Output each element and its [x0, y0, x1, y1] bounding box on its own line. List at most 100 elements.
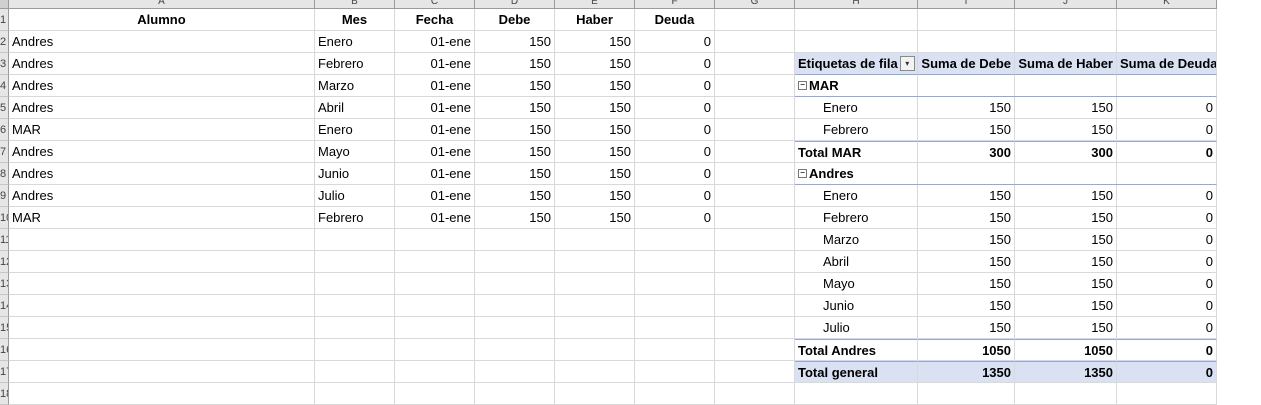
grid-cell[interactable] — [635, 383, 715, 405]
grid-cell[interactable] — [315, 273, 395, 295]
grid-cell[interactable] — [635, 295, 715, 317]
row-header-4[interactable]: 4 — [0, 75, 9, 97]
table-cell[interactable]: MAR — [9, 119, 315, 141]
pivot-value-cell[interactable]: 150 — [1015, 295, 1117, 317]
table-cell[interactable]: 0 — [635, 119, 715, 141]
pivot-item-label[interactable]: Febrero — [795, 119, 918, 141]
pivot-item-label[interactable]: Abril — [795, 251, 918, 273]
grid-cell[interactable] — [715, 317, 795, 339]
table-cell[interactable]: 150 — [555, 53, 635, 75]
grid-cell[interactable] — [555, 251, 635, 273]
pivot-value-cell[interactable]: 150 — [918, 273, 1015, 295]
grid-cell[interactable] — [1117, 9, 1217, 31]
table-cell[interactable]: Febrero — [315, 53, 395, 75]
pivot-value-cell[interactable]: 0 — [1117, 295, 1217, 317]
table-cell[interactable]: 150 — [475, 119, 555, 141]
pivot-value-cell[interactable]: 150 — [918, 317, 1015, 339]
grid-cell[interactable] — [395, 383, 475, 405]
pivot-value-cell[interactable]: 150 — [1015, 97, 1117, 119]
table-cell[interactable]: 150 — [475, 53, 555, 75]
table-cell[interactable]: 0 — [635, 31, 715, 53]
pivot-value-cell[interactable]: 150 — [1015, 229, 1117, 251]
table-header-haber[interactable]: Haber — [555, 9, 635, 31]
table-cell[interactable]: Andres — [9, 185, 315, 207]
grid-cell[interactable] — [795, 31, 918, 53]
column-header-e[interactable]: E — [555, 0, 635, 9]
grid-cell[interactable] — [555, 361, 635, 383]
table-cell[interactable]: 0 — [635, 207, 715, 229]
row-header-13[interactable]: 13 — [0, 273, 9, 295]
grid-cell[interactable] — [395, 361, 475, 383]
pivot-subtotal-value[interactable]: 300 — [918, 141, 1015, 163]
grid-cell[interactable] — [918, 383, 1015, 405]
table-cell[interactable]: 150 — [475, 141, 555, 163]
table-cell[interactable]: 01-ene — [395, 185, 475, 207]
table-cell[interactable]: 0 — [635, 75, 715, 97]
row-header-12[interactable]: 12 — [0, 251, 9, 273]
pivot-value-cell[interactable]: 150 — [1015, 185, 1117, 207]
table-header-debe[interactable]: Debe — [475, 9, 555, 31]
pivot-value-header[interactable]: Suma de Debe — [918, 53, 1015, 75]
pivot-item-label[interactable]: Mayo — [795, 273, 918, 295]
grid-cell[interactable] — [555, 383, 635, 405]
pivot-value-cell[interactable]: 0 — [1117, 119, 1217, 141]
pivot-value-cell[interactable]: 150 — [918, 207, 1015, 229]
grid-cell[interactable] — [395, 339, 475, 361]
table-cell[interactable]: 01-ene — [395, 31, 475, 53]
table-cell[interactable]: MAR — [9, 207, 315, 229]
grid-cell[interactable] — [1015, 383, 1117, 405]
collapse-icon[interactable]: − — [798, 169, 807, 179]
grid-cell[interactable] — [315, 251, 395, 273]
pivot-value-header[interactable]: Suma de Haber — [1015, 53, 1117, 75]
grid-cell[interactable] — [475, 273, 555, 295]
row-header-3[interactable]: 3 — [0, 53, 9, 75]
pivot-value-cell[interactable]: 150 — [918, 251, 1015, 273]
table-cell[interactable]: Andres — [9, 97, 315, 119]
grid-cell[interactable] — [715, 361, 795, 383]
grid-cell[interactable] — [475, 383, 555, 405]
grid-cell[interactable] — [715, 97, 795, 119]
grid-cell[interactable] — [315, 339, 395, 361]
table-cell[interactable]: Andres — [9, 75, 315, 97]
grid-cell[interactable] — [715, 273, 795, 295]
pivot-value-cell[interactable]: 150 — [918, 295, 1015, 317]
pivot-value-cell[interactable]: 150 — [918, 229, 1015, 251]
table-cell[interactable]: 150 — [555, 141, 635, 163]
table-header-fecha[interactable]: Fecha — [395, 9, 475, 31]
grid-cell[interactable] — [715, 339, 795, 361]
table-cell[interactable]: Junio — [315, 163, 395, 185]
table-header-mes[interactable]: Mes — [315, 9, 395, 31]
grid-cell[interactable] — [9, 383, 315, 405]
grid-cell[interactable] — [9, 317, 315, 339]
table-cell[interactable]: 150 — [555, 97, 635, 119]
table-cell[interactable]: 0 — [635, 53, 715, 75]
table-cell[interactable]: Enero — [315, 31, 395, 53]
grid-cell[interactable] — [9, 229, 315, 251]
pivot-grand-total-value[interactable]: 0 — [1117, 361, 1217, 383]
table-cell[interactable]: 01-ene — [395, 119, 475, 141]
grid-cell[interactable] — [9, 295, 315, 317]
grid-cell[interactable] — [395, 251, 475, 273]
row-header-10[interactable]: 10 — [0, 207, 9, 229]
table-cell[interactable]: 150 — [555, 163, 635, 185]
grid-cell[interactable] — [715, 295, 795, 317]
pivot-value-cell[interactable]: 150 — [1015, 119, 1117, 141]
grid-cell[interactable] — [315, 361, 395, 383]
grid-cell[interactable] — [9, 273, 315, 295]
grid-cell[interactable] — [715, 141, 795, 163]
pivot-subtotal-label[interactable]: Total Andres — [795, 339, 918, 361]
table-cell[interactable]: Enero — [315, 119, 395, 141]
table-cell[interactable]: 150 — [555, 119, 635, 141]
column-header-i[interactable]: I — [918, 0, 1015, 9]
table-cell[interactable]: 150 — [475, 31, 555, 53]
table-cell[interactable]: 0 — [635, 141, 715, 163]
row-header-15[interactable]: 15 — [0, 317, 9, 339]
row-header-18[interactable]: 18 — [0, 383, 9, 405]
grid-cell[interactable] — [9, 361, 315, 383]
pivot-subtotal-label[interactable]: Total MAR — [795, 141, 918, 163]
table-cell[interactable]: 150 — [475, 207, 555, 229]
table-cell[interactable]: Andres — [9, 141, 315, 163]
row-header-6[interactable]: 6 — [0, 119, 9, 141]
grid-cell[interactable] — [715, 251, 795, 273]
pivot-value-cell[interactable]: 150 — [918, 97, 1015, 119]
